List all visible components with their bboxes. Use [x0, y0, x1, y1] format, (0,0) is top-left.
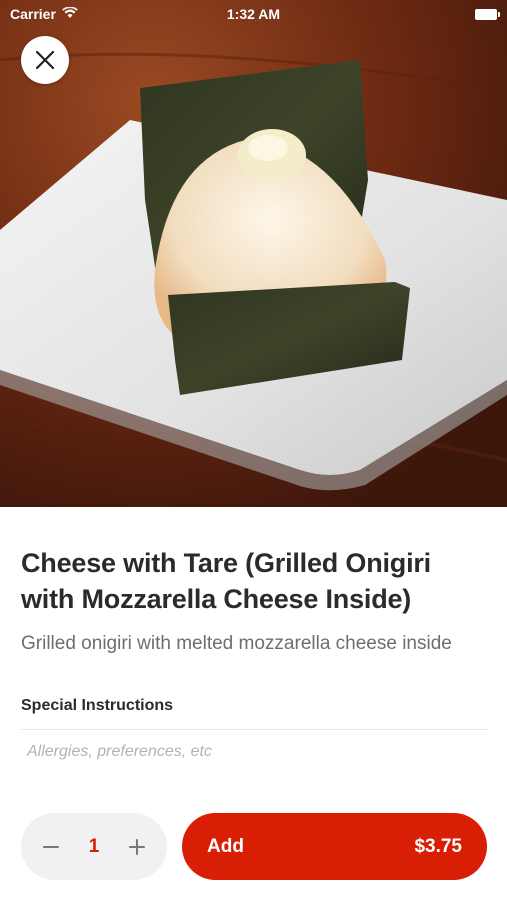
quantity-value: 1	[88, 835, 100, 857]
item-photo	[0, 0, 507, 507]
add-button-label: Add	[207, 835, 244, 857]
status-bar: Carrier 1:32 AM	[0, 0, 507, 28]
battery-icon	[475, 8, 500, 20]
plus-icon	[128, 838, 145, 855]
carrier-label: Carrier	[10, 6, 56, 22]
status-time: 1:32 AM	[226, 6, 281, 22]
item-detail-screen: Carrier 1:32 AM Cheese with Tare (Grille…	[0, 0, 507, 900]
wifi-icon	[61, 6, 78, 22]
special-instructions-label: Special Instructions	[21, 697, 174, 714]
quantity-stepper: 1	[21, 813, 167, 880]
minus-icon	[43, 845, 59, 848]
divider	[21, 729, 487, 730]
decrement-button[interactable]	[39, 835, 63, 859]
item-title: Cheese with Tare (Grilled Onigiri with M…	[21, 548, 431, 614]
special-instructions-input[interactable]	[21, 736, 487, 768]
item-description: Grilled onigiri with melted mozzarella c…	[21, 633, 452, 654]
add-to-cart-button[interactable]: Add $3.75	[182, 813, 487, 880]
add-button-price: $3.75	[414, 835, 462, 857]
increment-button[interactable]	[125, 835, 149, 859]
close-icon	[35, 50, 55, 70]
close-button[interactable]	[21, 36, 69, 84]
carrier-info: Carrier	[10, 6, 78, 22]
item-info: Cheese with Tare (Grilled Onigiri with M…	[21, 545, 487, 657]
